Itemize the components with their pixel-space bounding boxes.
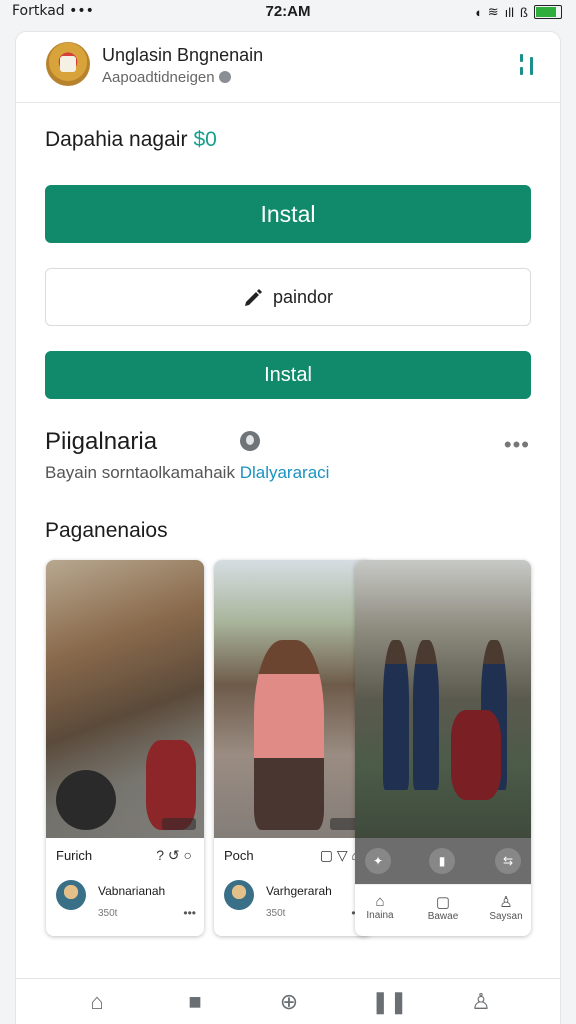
price-label: Dapahia nagair <box>45 128 188 151</box>
activity-icon[interactable]: ⊕ <box>275 989 303 1015</box>
app-detail-card: Unglasin Bngnenain Aapoadtidneigen Dapah… <box>16 32 560 1024</box>
profile-icon[interactable]: ♙ <box>467 989 495 1015</box>
home-icon[interactable]: ⌂ <box>83 989 111 1015</box>
bluetooth-icon: ß <box>520 4 528 20</box>
overflow-menu-icon[interactable] <box>520 54 534 78</box>
mini-nav-updates[interactable]: ▢ Bawae <box>418 893 468 922</box>
more-icon[interactable]: ••• <box>183 906 196 920</box>
mini-nav: ⌂ Inaina ▢ Bawae ♙ Saysan <box>355 884 531 936</box>
caption-label: Furich <box>56 848 93 863</box>
media-controls: ✦ ▮ ⇆ <box>355 838 531 884</box>
meta-text: 350t <box>266 908 286 919</box>
status-icons: ◖ ≋ ıll ß <box>474 4 562 20</box>
screenshot-1[interactable]: Furich ? ↺ ○ Vabnarianah 350t ••• <box>46 560 204 936</box>
mini-nav-profile[interactable]: ♙ Saysan <box>481 893 531 922</box>
app-subtitle: Aapoadtidneigen <box>102 69 231 86</box>
motorbike-image <box>451 710 501 800</box>
person-image <box>254 640 324 830</box>
motorbike-image <box>56 770 116 830</box>
edit-button[interactable]: paindor <box>45 268 531 326</box>
signal-icon: ıll <box>504 4 515 20</box>
screenshot-caption: Poch ▢ ▽ ⌂ Varhgerarah 350t ••• <box>214 838 372 936</box>
price-heading: Dapahia nagair $0 <box>45 128 217 152</box>
mini-nav-label: Bawae <box>427 911 459 922</box>
app-title: Unglasin Bngnenain <box>102 45 264 65</box>
verified-icon <box>218 71 231 83</box>
nfc-icon: ◖ <box>473 4 482 20</box>
mini-nav-home[interactable]: ⌂ Inaina <box>355 893 405 921</box>
developer-name: Aapoadtidneigen <box>102 69 215 86</box>
mini-nav-label: Saysan <box>489 911 523 922</box>
user-name: Varhgerarah <box>266 884 332 898</box>
action-icons: ? ↺ ○ <box>156 847 192 863</box>
screenshot-3[interactable]: ✦ ▮ ⇆ ⌂ Inaina ▢ Bawae ♙ Saysan <box>355 560 531 936</box>
download-icon[interactable]: ▮ <box>429 848 455 874</box>
person-icon: ♙ <box>499 894 513 911</box>
meta-text: 350t <box>98 908 118 919</box>
sparkle-icon[interactable]: ✦ <box>365 848 391 874</box>
avatar <box>56 880 86 910</box>
pencil-icon <box>244 289 262 306</box>
screenshot-2[interactable]: Poch ▢ ▽ ⌂ Varhgerarah 350t ••• <box>214 560 372 936</box>
read-more-link[interactable]: Dlalyararaci <box>240 463 330 482</box>
image-badge <box>162 818 196 830</box>
user-name: Vabnarianah <box>98 884 166 898</box>
portrait-photo <box>214 560 372 838</box>
action-icons: ▢ ▽ ⌂ <box>319 847 360 863</box>
gallery-title: Paganenaios <box>45 519 168 542</box>
stop-icon[interactable]: ■ <box>181 989 209 1015</box>
install-button-secondary[interactable]: Instal <box>45 351 531 399</box>
bottom-navigation: ⌂ ■ ⊕ ❚❚ ♙ <box>16 978 560 1024</box>
info-title: Piigalnaria <box>45 428 158 455</box>
avatar <box>224 880 254 910</box>
price-value: $0 <box>193 128 217 151</box>
motorbike-image <box>146 740 196 830</box>
screenshot-caption: Furich ? ↺ ○ Vabnarianah 350t ••• <box>46 838 204 936</box>
more-options-icon[interactable]: ••• <box>504 432 530 458</box>
message-icon: ▢ <box>435 894 451 911</box>
description-text: Bayain sorntaolkamahaik <box>45 463 235 482</box>
person-image <box>413 640 439 790</box>
status-bar: Fortkad ••• 72:AM ◖ ≋ ıll ß <box>0 0 576 26</box>
share-icon[interactable]: ⇆ <box>495 848 521 874</box>
garuda-emblem-icon <box>46 42 90 86</box>
mini-nav-label: Inaina <box>366 910 394 921</box>
info-description: Bayain sorntaolkamahaik Dlalyararaci <box>45 463 329 483</box>
install-button[interactable]: Instal <box>45 185 531 243</box>
street-photo <box>46 560 204 838</box>
app-header: Unglasin Bngnenain Aapoadtidneigen <box>16 32 560 103</box>
edit-button-label: paindor <box>272 287 334 307</box>
group-photo <box>355 560 531 838</box>
battery-icon <box>534 5 562 19</box>
caption-label: Poch <box>224 848 254 863</box>
globe-icon[interactable] <box>240 431 260 451</box>
library-icon[interactable]: ❚❚ <box>371 989 408 1015</box>
person-image <box>383 640 409 790</box>
home-icon: ⌂ <box>375 893 385 910</box>
wifi-icon: ≋ <box>487 4 499 19</box>
